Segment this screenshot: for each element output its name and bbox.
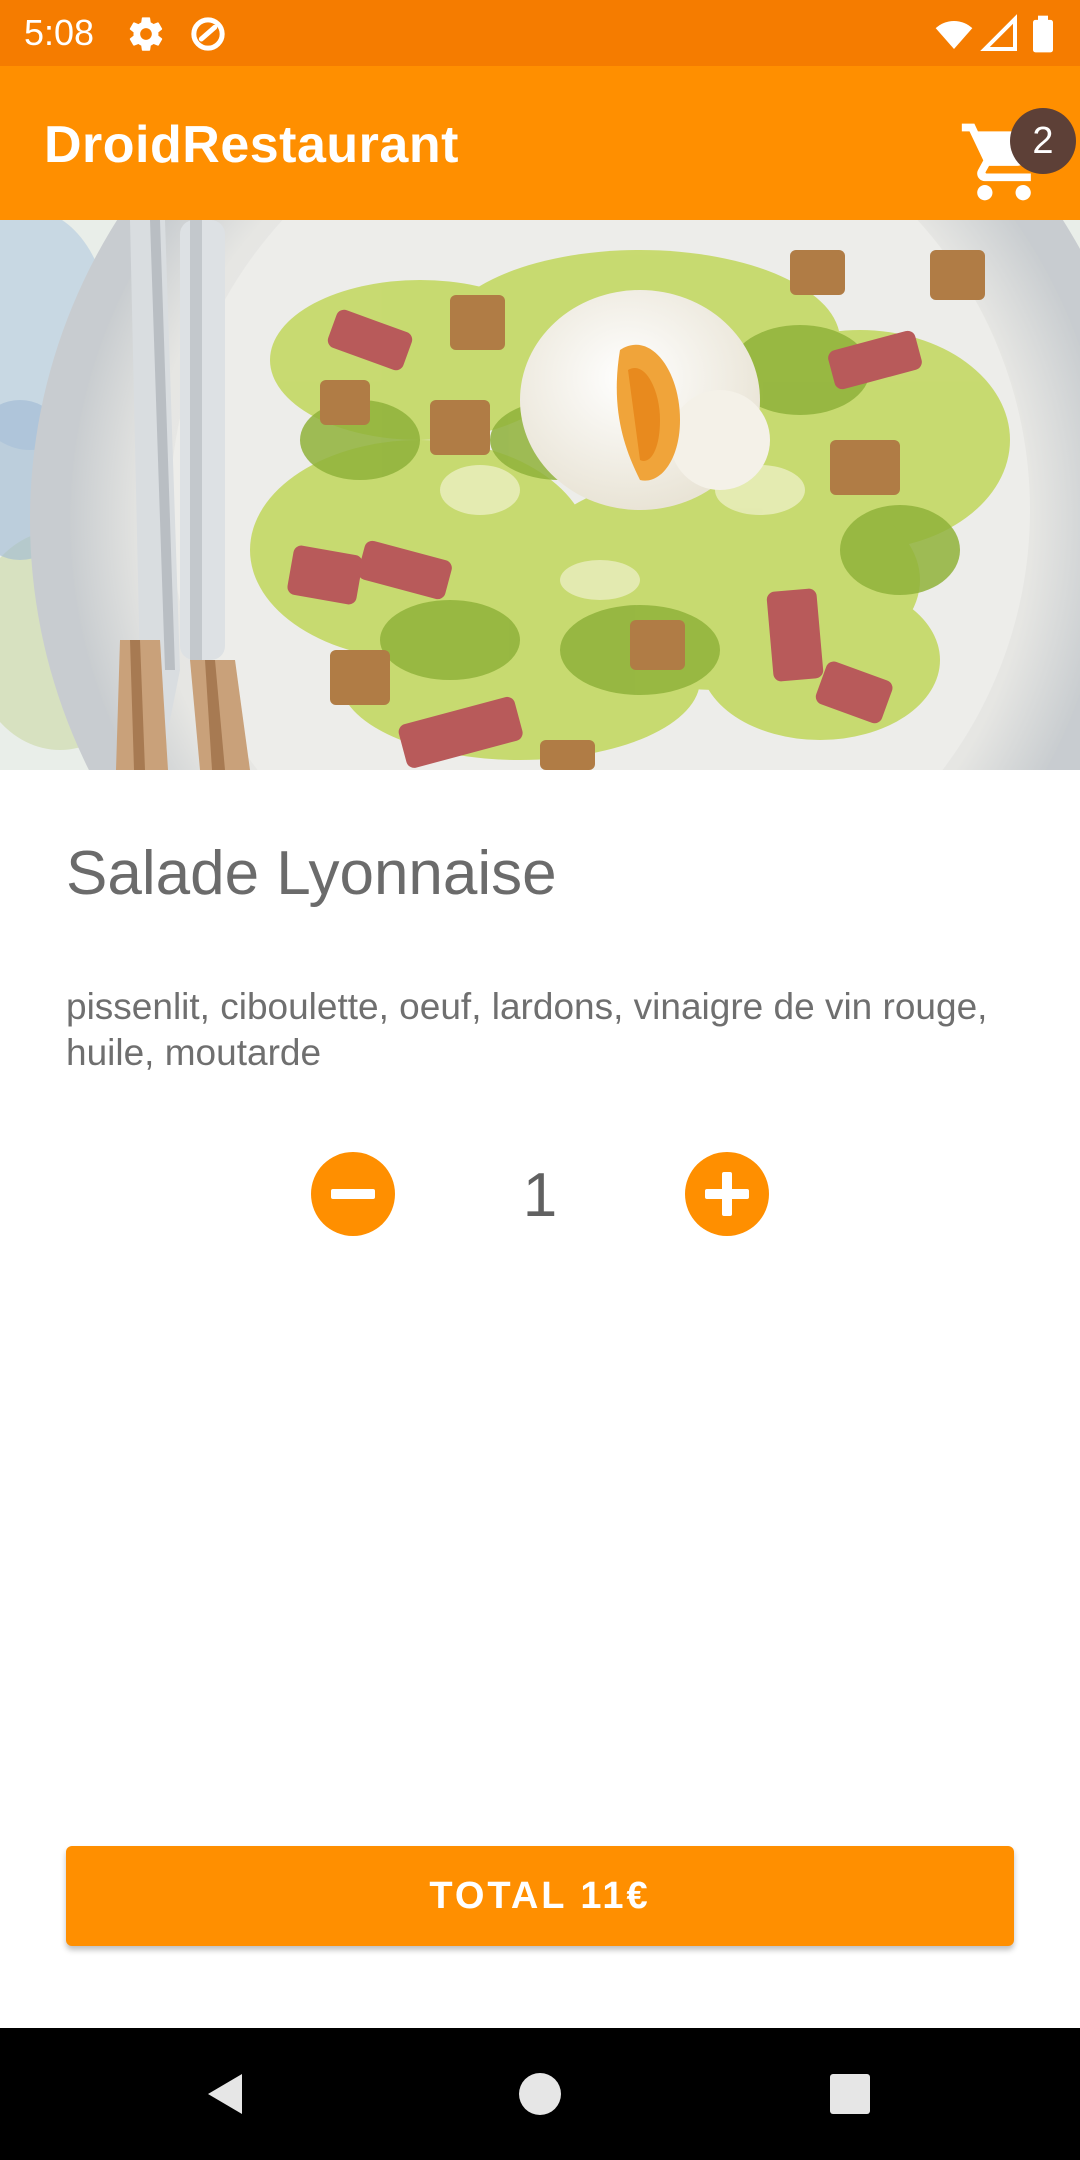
status-bar: 5:08 [0,0,1080,66]
total-button[interactable]: TOTAL 11€ [66,1846,1014,1946]
quantity-value: 1 [522,1161,558,1230]
decrease-quantity-button[interactable] [311,1152,395,1236]
home-icon[interactable] [510,2064,570,2124]
cart-badge: 2 [1010,108,1076,174]
recents-icon[interactable] [820,2064,880,2124]
app-bar: DroidRestaurant 2 [0,66,1080,220]
settings-icon [129,17,163,51]
app-title: DroidRestaurant [44,116,459,174]
increase-quantity-button[interactable] [685,1152,769,1236]
back-icon[interactable] [196,2064,256,2124]
battery-icon [1033,15,1053,53]
salad-illustration [0,220,1080,770]
dish-title: Salade Lyonnaise [66,839,557,908]
minus-icon [331,1189,375,1199]
status-time: 5:08 [24,12,95,53]
plus-icon [705,1172,749,1216]
navigation-bar [0,2028,1080,2160]
salad-photo [0,220,1080,770]
cell-signal-icon [980,14,1017,51]
data-saver-icon [191,17,225,51]
wifi-icon [935,21,973,49]
cart-button[interactable]: 2 [952,96,1076,206]
dish-ingredients: pissenlit, ciboulette, oeuf, lardons, vi… [66,986,988,1073]
